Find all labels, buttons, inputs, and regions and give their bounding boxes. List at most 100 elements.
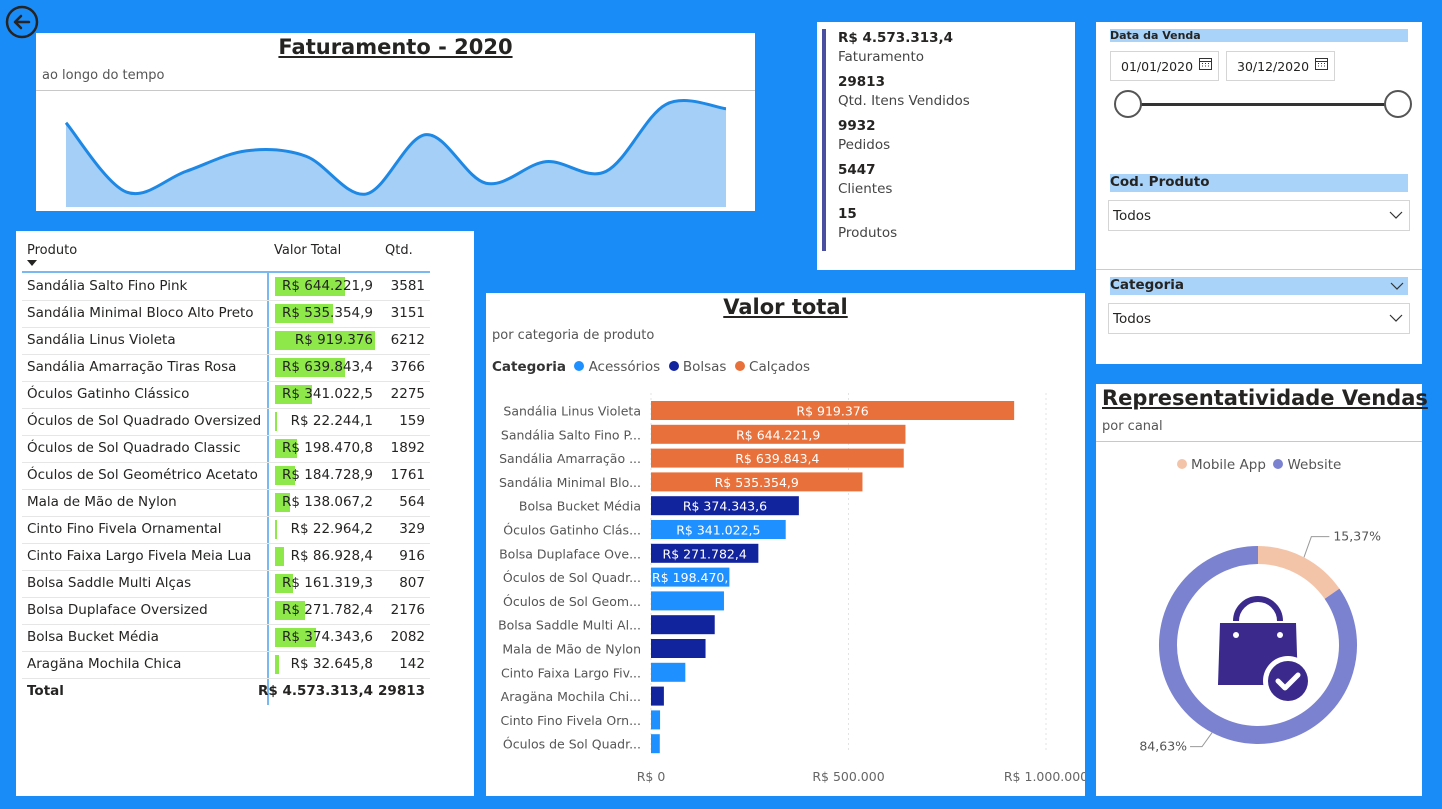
table-row[interactable]: Cinto Faixa Largo Fivela Meia Lua R$ 86.… — [22, 543, 430, 571]
category-label: Mala de Mão de Nylon — [502, 642, 641, 657]
product-name: Cinto Fino Fivela Ornamental — [27, 521, 222, 537]
product-name: Bolsa Bucket Média — [27, 629, 159, 645]
category-label: Óculos de Sol Quadr... — [503, 570, 641, 585]
calendar-icon — [1315, 58, 1328, 70]
category-label: Sandália Salto Fino P... — [501, 427, 641, 442]
table-row[interactable]: Óculos de Sol Quadrado Oversized R$ 22.2… — [22, 408, 430, 436]
kpi-item: R$ 4.573.313,4 Faturamento — [838, 30, 970, 65]
category-dropdown[interactable]: Todos — [1108, 303, 1410, 334]
sales-channel-donut: 15,37% 84,63% — [1139, 529, 1381, 754]
date-range-slider-track[interactable] — [1128, 103, 1398, 106]
category-label: Sandália Amarração ... — [499, 451, 641, 466]
total-qty: 29813 — [378, 683, 425, 699]
product-qty: 3151 — [390, 305, 425, 321]
bar-chart-subtitle: por categoria de produto — [492, 328, 655, 343]
category-bar[interactable] — [651, 639, 706, 658]
kpi-item: 29813 Qtd. Itens Vendidos — [838, 74, 970, 109]
table-row[interactable]: Bolsa Saddle Multi Alças R$ 161.319,3 80… — [22, 570, 430, 598]
category-bar[interactable] — [651, 734, 660, 754]
table-total-row: Total R$ 4.573.313,4 29813 — [22, 678, 430, 705]
product-name: Cinto Faixa Largo Fivela Meia Lua — [27, 548, 252, 564]
bar-data-label: R$ 535.354,9 — [715, 475, 799, 490]
kpi-item: 15 Produtos — [838, 206, 970, 241]
column-header-value[interactable]: Valor Total — [274, 243, 341, 258]
table-row[interactable]: Óculos de Sol Quadrado Classic R$ 198.47… — [22, 435, 430, 463]
product-name: Óculos de Sol Quadrado Classic — [27, 440, 241, 456]
shopping-bag-check-icon — [1218, 596, 1313, 706]
category-label: Sandália Linus Violeta — [503, 404, 641, 419]
product-value: R$ 271.782,4 — [282, 602, 373, 618]
product-qty: 2275 — [390, 386, 425, 402]
category-bar[interactable] — [651, 686, 664, 706]
product-value: R$ 535.354,9 — [282, 305, 373, 321]
product-value: R$ 374.343,6 — [282, 629, 373, 645]
back-button[interactable] — [5, 5, 39, 39]
category-label: Bolsa Duplaface Ove... — [499, 546, 641, 561]
category-bar-chart: Sandália Linus Violeta R$ 919.376 Sandália… — [498, 393, 1085, 784]
sales-channel-donut-card: Representatividade Vendas por canal Mobi… — [1096, 384, 1428, 796]
table-row[interactable]: Óculos de Sol Geométrico Acetato R$ 184.… — [22, 462, 430, 490]
area-fill — [66, 100, 726, 207]
start-date-input[interactable]: 01/01/2020 — [1110, 51, 1219, 81]
kpi-value: 9932 — [838, 118, 876, 134]
bar-data-label: R$ 198.470, — [652, 570, 728, 585]
product-value: R$ 341.022,5 — [282, 386, 373, 402]
product-name: Óculos Gatinho Clássico — [27, 386, 190, 402]
category-label: Bolsa Saddle Multi Al... — [498, 618, 641, 633]
category-bar[interactable] — [651, 615, 715, 635]
product-qty: 3766 — [390, 359, 425, 375]
total-value: R$ 4.573.313,4 — [257, 683, 373, 699]
category-bar[interactable] — [651, 710, 661, 730]
product-value: R$ 22.244,1 — [290, 413, 373, 429]
product-name: Mala de Mão de Nylon — [27, 494, 177, 510]
column-header-qty[interactable]: Qtd. — [385, 243, 413, 258]
value-databar — [275, 655, 279, 674]
category-bar[interactable] — [651, 662, 686, 682]
legend-item-bags[interactable]: Bolsas — [668, 359, 726, 375]
product-name: Sandália Linus Violeta — [27, 332, 176, 348]
calendar-icon — [1199, 58, 1212, 70]
legend-item-website[interactable]: Website — [1273, 457, 1341, 473]
kpi-value: 29813 — [838, 74, 885, 90]
kpi-label: Clientes — [838, 181, 893, 197]
legend-item-accessories[interactable]: Acessórios — [574, 359, 660, 375]
column-header-product[interactable]: Produto — [27, 243, 77, 258]
product-value: R$ 161.319,3 — [282, 575, 373, 591]
product-value: R$ 644.221,9 — [282, 278, 373, 294]
end-date-input[interactable]: 30/12/2020 — [1226, 51, 1335, 81]
kpi-item: 9932 Pedidos — [838, 118, 970, 153]
table-row[interactable]: Bolsa Duplaface Oversized R$ 271.782,4 2… — [22, 597, 430, 625]
date-range-slider-end-handle[interactable] — [1384, 90, 1412, 118]
table-row[interactable]: Cinto Fino Fivela Ornamental R$ 22.964,2… — [22, 516, 430, 544]
date-range-slider-start-handle[interactable] — [1114, 90, 1142, 118]
chevron-down-icon — [1389, 211, 1403, 219]
line-chart-title: Faturamento - 2020 — [278, 35, 513, 59]
table-row[interactable]: Mala de Mão de Nylon R$ 138.067,2 564 — [22, 489, 430, 517]
table-row[interactable]: Óculos Gatinho Clássico R$ 341.022,5 227… — [22, 381, 430, 409]
table-row[interactable]: Bolsa Bucket Média R$ 374.343,6 2082 — [22, 624, 430, 652]
legend-item-shoes[interactable]: Calçados — [734, 359, 810, 375]
chevron-down-icon[interactable] — [1390, 282, 1404, 290]
bar-chart-title: Valor total — [723, 295, 848, 319]
table-row[interactable]: Aragäna Mochila Chica R$ 32.645,8 142 — [22, 651, 430, 679]
legend-item-mobile[interactable]: Mobile App — [1176, 457, 1266, 473]
table-row[interactable]: Sandália Salto Fino Pink R$ 644.221,9 35… — [22, 273, 430, 301]
product-name: Sandália Minimal Bloco Alto Preto — [27, 305, 254, 321]
category-bar[interactable] — [651, 591, 724, 611]
category-label: Óculos de Sol Geom... — [503, 594, 641, 609]
kpi-label: Produtos — [838, 225, 898, 241]
category-label: Aragäna Mochila Chi... — [501, 689, 641, 704]
donut-slice[interactable] — [1257, 546, 1340, 600]
date-filter-label: Data da Venda — [1110, 29, 1408, 42]
revenue-line-chart-card: Faturamento - 2020 ao longo do tempo — [36, 33, 755, 211]
category-label: Sandália Minimal Blo... — [499, 475, 641, 490]
bar-data-label: R$ 639.843,4 — [735, 451, 819, 466]
table-row[interactable]: Sandália Amarração Tiras Rosa R$ 639.843… — [22, 354, 430, 382]
product-value: R$ 639.843,4 — [282, 359, 373, 375]
donut-data-label: 84,63% — [1139, 739, 1187, 754]
product-value: R$ 184.728,9 — [282, 467, 373, 483]
table-row[interactable]: Sandália Minimal Bloco Alto Preto R$ 535… — [22, 300, 430, 328]
category-bar-chart-card: Valor total por categoria de produto Cat… — [486, 293, 1085, 796]
table-row[interactable]: Sandália Linus Violeta R$ 919.376 6212 — [22, 327, 430, 355]
product-code-dropdown[interactable]: Todos — [1108, 200, 1410, 231]
